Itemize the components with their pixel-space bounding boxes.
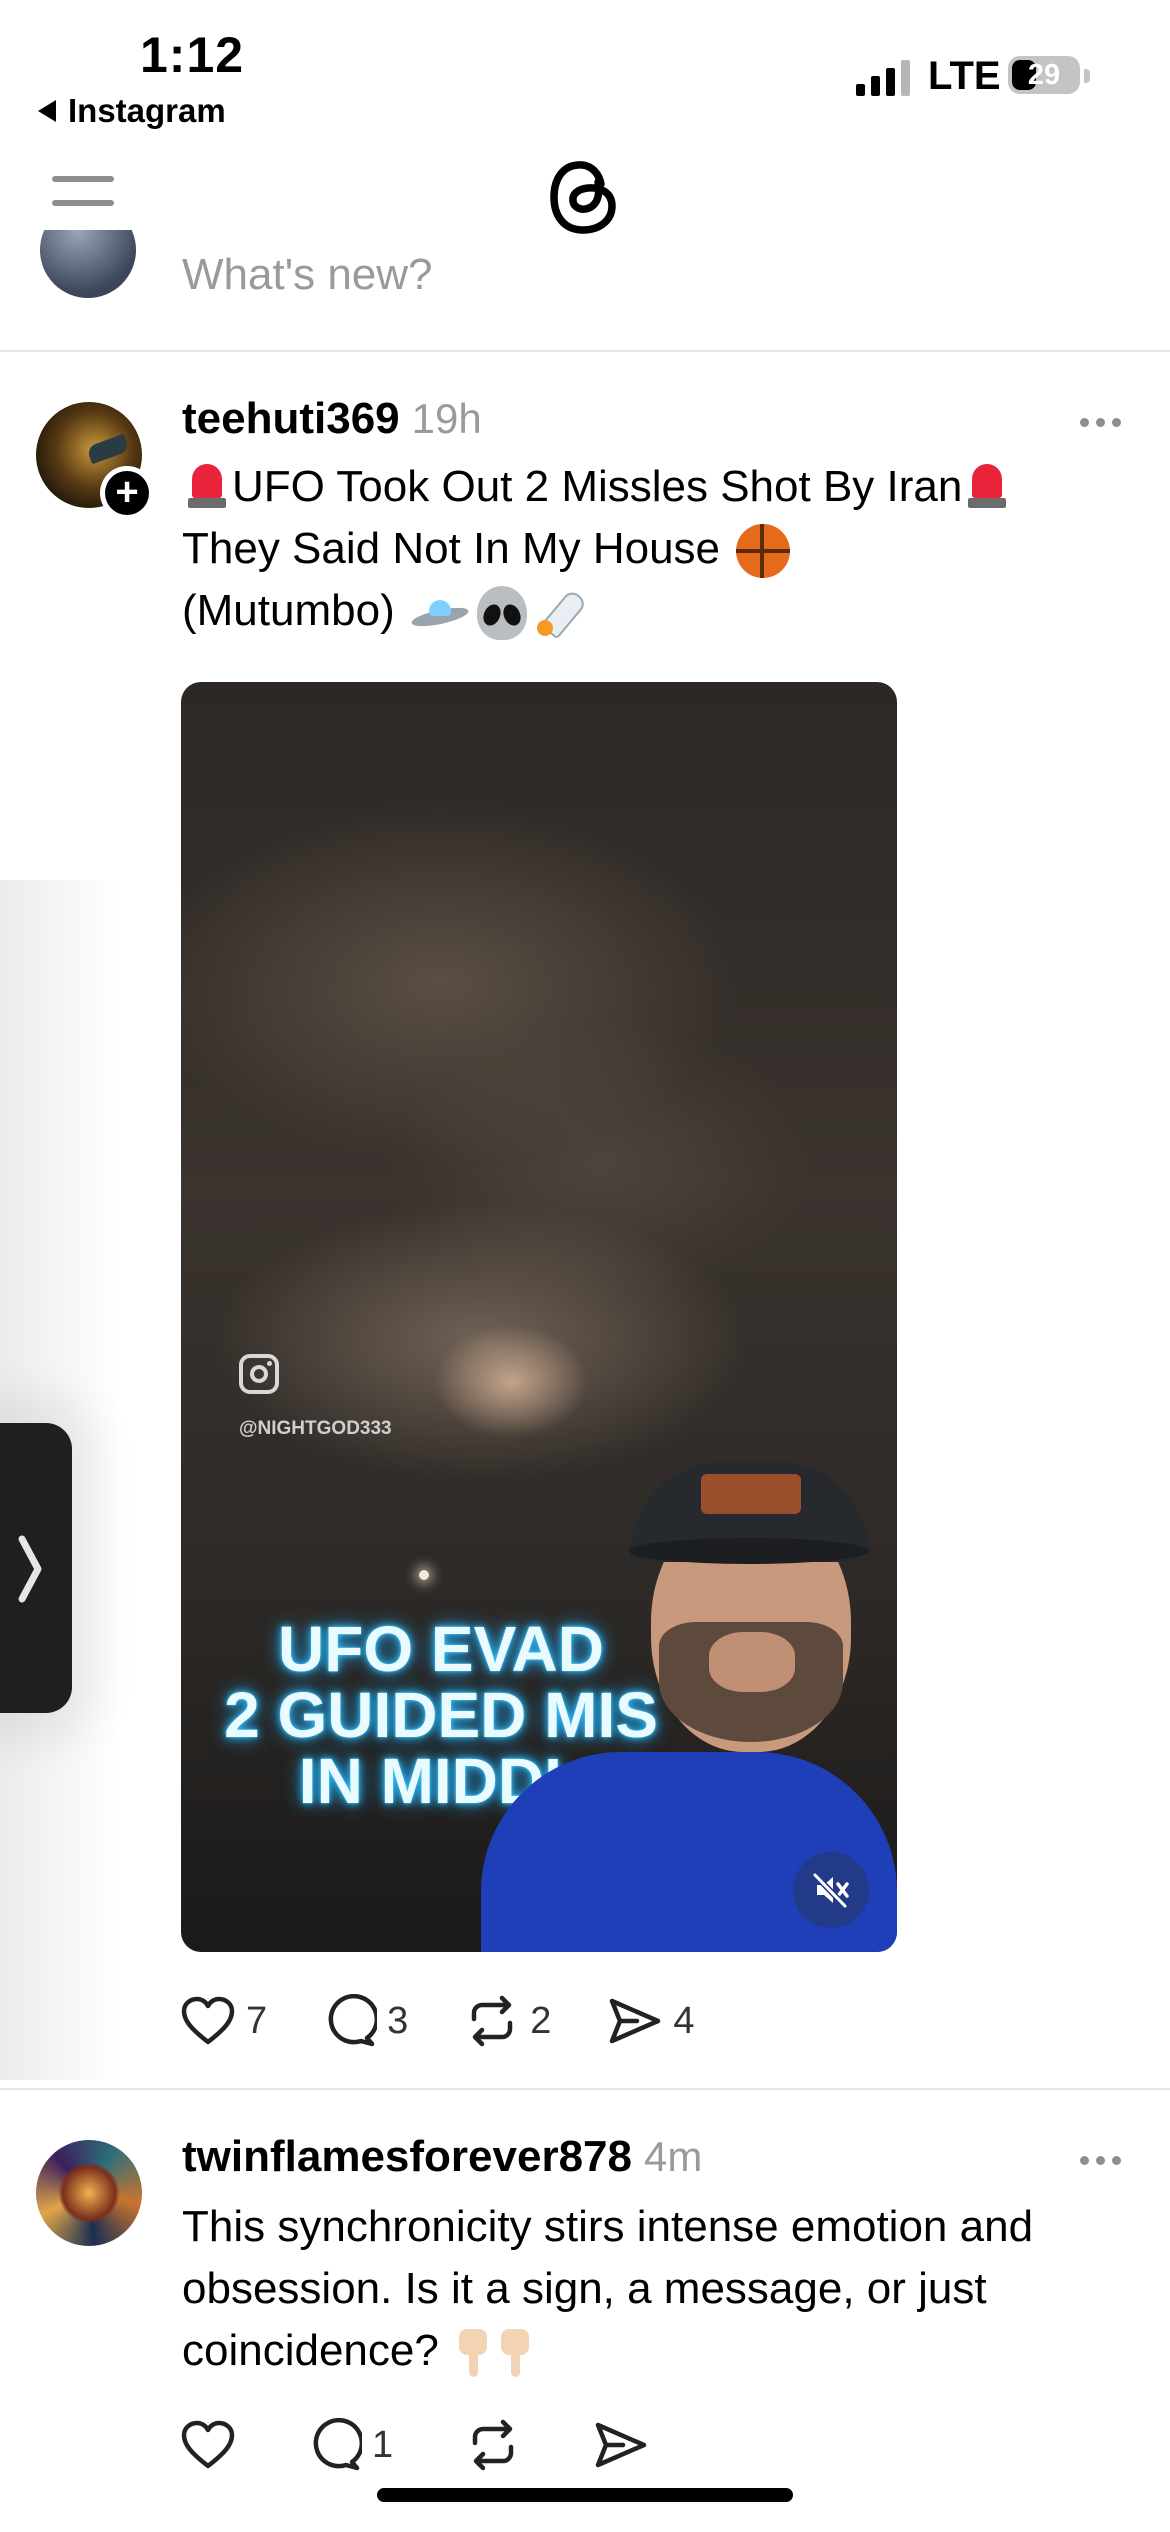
post-username-row: teehuti369 19h	[182, 394, 482, 444]
instagram-watermark-icon	[239, 1354, 279, 1394]
divider	[0, 350, 1170, 352]
home-indicator[interactable]	[377, 2488, 793, 2502]
post-video[interactable]: @NIGHTGOD333 UFO EVAD 2 GUIDED MIS IN MI…	[181, 682, 897, 1952]
status-time: 1:12	[140, 27, 245, 83]
post-text-line: obsession. Is it a sign, a message, or j…	[182, 2264, 987, 2313]
post-time: 19h	[411, 395, 482, 442]
siren-emoji-icon	[186, 460, 228, 510]
pointing-down-emoji-icon	[455, 2327, 489, 2379]
ufo-emoji-icon	[411, 598, 469, 628]
my-avatar[interactable]	[40, 230, 136, 298]
send-icon	[595, 2422, 647, 2468]
battery-icon: 29	[1008, 56, 1080, 94]
post-time: 4m	[644, 2133, 703, 2180]
post-username[interactable]: teehuti369	[182, 394, 400, 443]
comment-icon	[313, 2418, 362, 2471]
status-bar: 1:12 Instagram LTE 29	[0, 0, 1170, 140]
more-options-icon[interactable]	[1080, 418, 1121, 427]
repost-button[interactable]	[465, 2419, 521, 2471]
video-watermark-handle: @NIGHTGOD333	[239, 1418, 392, 1439]
like-button[interactable]: 7	[180, 1996, 267, 2046]
pointing-down-emoji-icon	[497, 2327, 531, 2379]
heart-icon	[181, 1996, 235, 2045]
comment-button[interactable]: 1	[308, 2418, 393, 2472]
post-text-line: coincidence?	[182, 2326, 439, 2375]
repost-count: 2	[530, 1999, 552, 2042]
comment-icon	[328, 1994, 378, 2047]
network-type: LTE	[928, 54, 1001, 98]
composer-input[interactable]: What's new?	[182, 250, 433, 296]
send-icon	[610, 1998, 661, 2044]
battery-level: 29	[1027, 58, 1061, 91]
alien-emoji-icon	[476, 586, 527, 641]
light-in-sky	[419, 1570, 429, 1580]
post-actions: 7 3 2 4	[180, 1994, 751, 2048]
cap-patch	[701, 1474, 801, 1514]
rocket-emoji-icon	[535, 586, 589, 640]
side-panel-handle[interactable]	[0, 1423, 72, 1713]
heart-icon	[181, 2420, 235, 2469]
siren-emoji-icon	[966, 460, 1008, 510]
like-button[interactable]	[180, 2420, 236, 2470]
comment-button[interactable]: 3	[323, 1994, 408, 2048]
comment-count: 3	[387, 1999, 409, 2042]
post-text-line: (Mutumbo)	[182, 586, 395, 635]
back-arrow-icon	[38, 100, 56, 122]
follow-plus-icon[interactable]: +	[100, 466, 154, 520]
back-to-instagram-button[interactable]: Instagram	[38, 92, 226, 130]
post-text: This synchronicity stirs intense emotion…	[182, 2196, 1142, 2382]
like-count: 7	[246, 1999, 268, 2042]
battery-tip	[1084, 69, 1090, 83]
post-text-line: This synchronicity stirs intense emotion…	[182, 2202, 1034, 2251]
divider	[0, 2088, 1170, 2090]
chevron-right-icon	[18, 1535, 42, 1603]
repost-button[interactable]: 2	[464, 1995, 551, 2047]
post-actions: 1	[180, 2418, 705, 2472]
threads-feed-screen: 1:12 Instagram LTE 29 What's new? + teeh…	[0, 0, 1170, 2532]
share-count: 4	[673, 1999, 695, 2042]
repost-icon	[472, 1995, 513, 2047]
post-text-line: They Said Not In My House	[182, 524, 721, 573]
post-username-row: twinflamesforever878 4m	[182, 2132, 702, 2182]
back-app-label: Instagram	[68, 92, 226, 129]
post-username[interactable]: twinflamesforever878	[182, 2132, 632, 2181]
mute-button[interactable]	[793, 1852, 869, 1928]
cellular-signal-icon	[856, 58, 910, 96]
post-text: UFO Took Out 2 Missles Shot By Iran They…	[182, 456, 1142, 642]
speaker-muted-icon	[812, 1872, 849, 1909]
more-options-icon[interactable]	[1080, 2156, 1121, 2165]
share-button[interactable]: 4	[607, 1995, 695, 2047]
avatar[interactable]	[36, 2140, 142, 2246]
comment-count: 1	[372, 2423, 394, 2466]
hamburger-icon[interactable]	[52, 176, 116, 212]
basketball-emoji-icon	[736, 524, 791, 579]
repost-icon	[472, 2419, 514, 2471]
post-text-line: UFO Took Out 2 Missles Shot By Iran	[232, 462, 963, 511]
share-button[interactable]	[593, 2419, 649, 2471]
threads-logo-icon[interactable]	[548, 156, 620, 238]
